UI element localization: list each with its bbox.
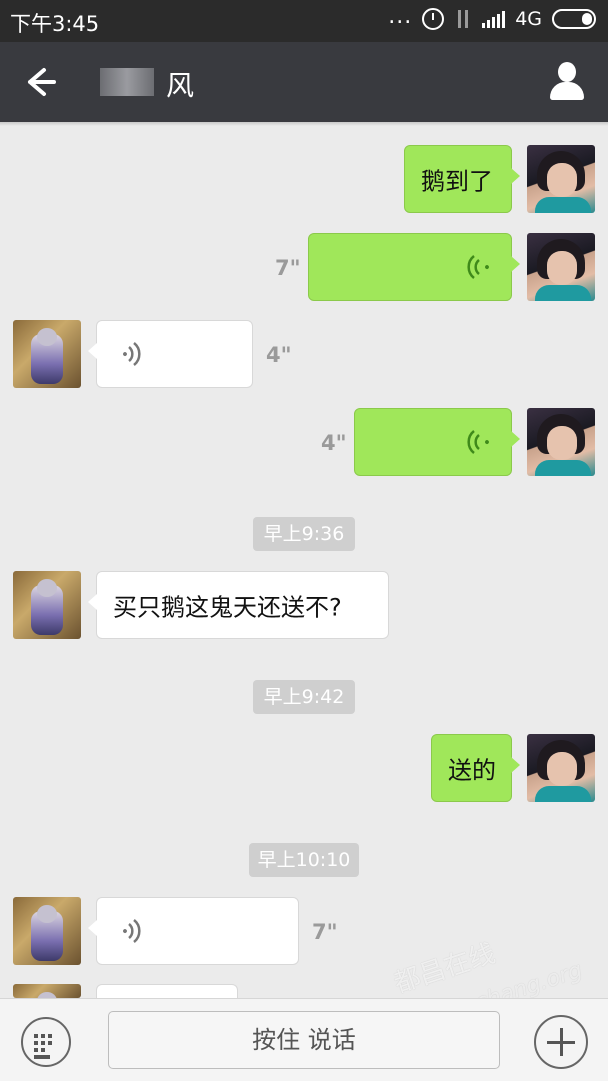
timestamp: 早上10:10	[249, 843, 359, 877]
their-message-bubble-partial[interactable]	[88, 984, 238, 1023]
my-avatar[interactable]	[527, 233, 595, 301]
keyboard-icon[interactable]	[21, 1017, 71, 1067]
my-voice-message[interactable]	[308, 233, 520, 301]
my-avatar[interactable]	[527, 408, 595, 476]
message-text: 买只鹅这鬼天还送不?	[113, 593, 342, 622]
voice-duration: 7"	[312, 920, 338, 944]
status-bar: 下午3:45 ... 4G	[0, 0, 608, 42]
contact-avatar[interactable]	[13, 984, 81, 998]
blurred-name	[100, 68, 154, 96]
back-arrow-icon[interactable]	[22, 62, 62, 102]
their-message-bubble[interactable]: 买只鹅这鬼天还送不?	[88, 571, 389, 639]
their-voice-message[interactable]	[88, 897, 299, 965]
my-message-bubble[interactable]: 鹅到了	[404, 145, 520, 213]
contact-avatar[interactable]	[13, 320, 81, 388]
battery-icon	[552, 9, 596, 29]
my-avatar[interactable]	[527, 734, 595, 802]
my-avatar[interactable]	[527, 145, 595, 213]
contact-avatar[interactable]	[13, 571, 81, 639]
status-time: 下午3:45	[10, 12, 100, 36]
chat-title: 风	[166, 69, 195, 102]
hold-to-talk-button[interactable]: 按住 说话	[108, 1011, 500, 1069]
user-profile-icon[interactable]	[548, 62, 586, 102]
their-voice-message[interactable]	[88, 320, 253, 388]
my-message-bubble[interactable]: 送的	[431, 734, 520, 802]
voice-duration: 4"	[321, 431, 347, 455]
voice-wave-icon	[467, 255, 489, 279]
timestamp: 早上9:42	[253, 680, 355, 714]
message-text: 鹅到了	[421, 167, 493, 196]
more-dots-icon: ...	[388, 4, 413, 29]
plus-icon[interactable]	[534, 1015, 588, 1069]
message-text: 送的	[448, 756, 496, 785]
signal-icon	[482, 10, 506, 28]
voice-wave-icon	[123, 342, 141, 366]
voice-wave-icon	[123, 919, 141, 943]
timestamp: 早上9:36	[253, 517, 355, 551]
input-bar: 按住 说话	[0, 998, 608, 1081]
voice-duration: 4"	[266, 343, 292, 367]
my-voice-message[interactable]	[354, 408, 520, 476]
status-icons: ... 4G	[388, 4, 596, 30]
header-shadow	[0, 122, 608, 126]
alarm-icon	[422, 8, 445, 30]
data-arrows-icon	[454, 9, 472, 29]
chat-header: 风	[0, 42, 608, 122]
voice-wave-icon	[467, 430, 489, 454]
contact-avatar[interactable]	[13, 897, 81, 965]
voice-duration: 7"	[275, 256, 301, 280]
network-type: 4G	[515, 8, 542, 30]
